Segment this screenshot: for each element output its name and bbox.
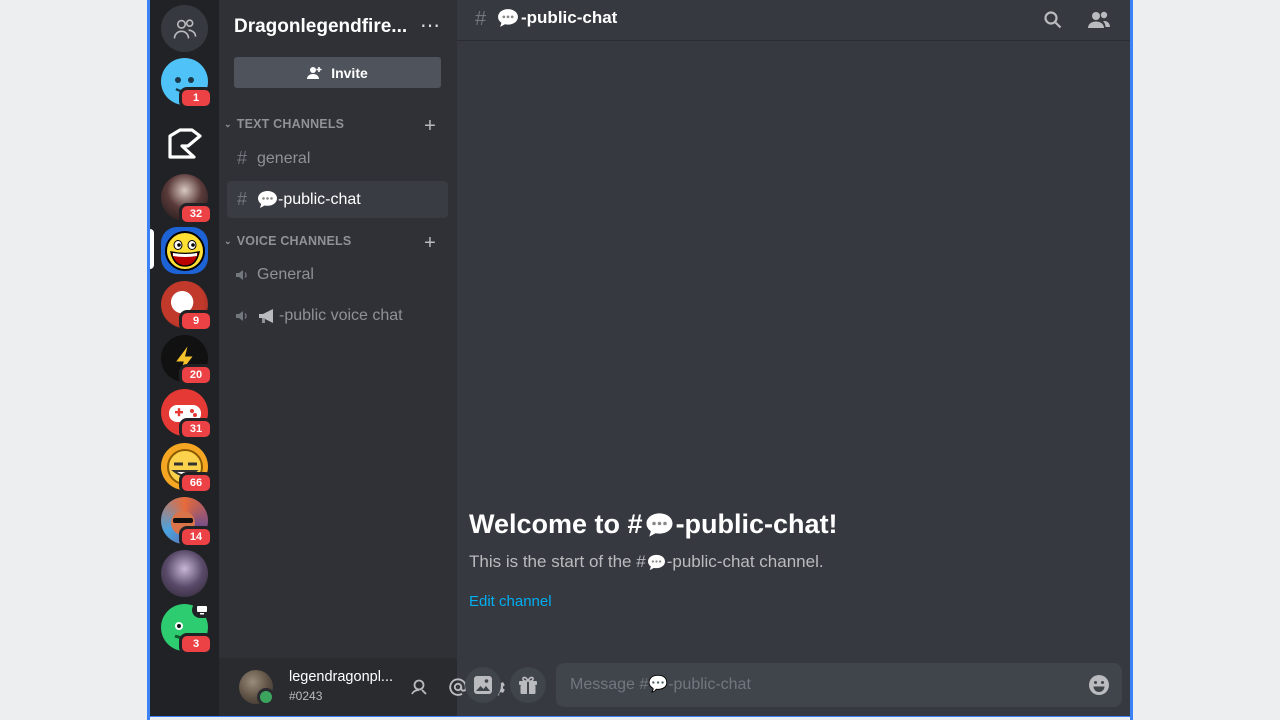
gift-button[interactable] bbox=[510, 667, 546, 703]
channel-title: -public-chat bbox=[497, 8, 617, 28]
invite-label: Invite bbox=[331, 64, 368, 81]
chevron-down-icon: ⌄ bbox=[224, 235, 232, 246]
user-panel: legendragonpl... #0243 bbox=[219, 658, 505, 716]
welcome-sub-prefix: This is the start of the # bbox=[469, 552, 646, 571]
channel-name: -public-chat bbox=[278, 190, 361, 208]
edit-channel-link[interactable]: Edit channel bbox=[469, 593, 552, 610]
megaphone-icon bbox=[259, 308, 273, 323]
welcome-subtitle: This is the start of the # -public-chat … bbox=[469, 552, 824, 572]
server-icon-3[interactable]: 32 bbox=[161, 174, 213, 225]
category-label: TEXT CHANNELS bbox=[236, 117, 345, 131]
channel-title-text: -public-chat bbox=[521, 8, 618, 27]
speech-bubble-icon bbox=[258, 191, 277, 208]
hash-icon: # bbox=[236, 189, 247, 209]
speech-bubble-icon bbox=[646, 512, 673, 537]
online-status-icon bbox=[257, 688, 275, 706]
welcome-title-suffix: -public-chat! bbox=[675, 509, 838, 539]
channel-name: general bbox=[257, 149, 311, 167]
channel-header: # -public-chat bbox=[457, 0, 1130, 40]
mention-badge: 1 bbox=[179, 87, 213, 109]
upload-image-button[interactable] bbox=[465, 667, 501, 703]
mention-badge: 66 bbox=[179, 472, 213, 494]
discord-app: 1 32 9 20 31 66 14 3 Dragonlegendfire...… bbox=[150, 0, 1130, 716]
mention-badge: 31 bbox=[179, 418, 213, 440]
smile-icon bbox=[1089, 675, 1109, 695]
server-icon-8[interactable]: 66 bbox=[161, 443, 213, 494]
awesome-face-icon bbox=[161, 227, 208, 274]
username: legendragonpl... bbox=[289, 669, 393, 685]
voice-channel-public-voice-chat[interactable]: -public voice chat bbox=[227, 297, 448, 334]
mention-badge: 14 bbox=[179, 526, 213, 548]
friends-home-button[interactable] bbox=[161, 5, 208, 52]
dragon-avatar bbox=[161, 550, 208, 597]
server-icon-11[interactable]: 3 bbox=[161, 602, 213, 655]
channel-sidebar: Dragonlegendfire... ⋯ Invite ⌄ TEXT CHAN… bbox=[219, 0, 505, 716]
mention-badge: 9 bbox=[179, 310, 213, 332]
server-icon-4-selected[interactable] bbox=[150, 227, 208, 274]
brand-logo-icon bbox=[161, 120, 208, 167]
guild-menu-icon[interactable]: ⋯ bbox=[419, 14, 441, 38]
speech-bubble-icon bbox=[498, 9, 518, 27]
server-icon-5[interactable]: 9 bbox=[161, 281, 213, 332]
speaker-icon bbox=[236, 269, 247, 280]
screen-share-icon bbox=[192, 602, 212, 618]
gift-icon bbox=[519, 676, 537, 694]
server-rail: 1 32 9 20 31 66 14 3 bbox=[150, 0, 219, 716]
search-button[interactable] bbox=[1041, 8, 1065, 32]
search-icon bbox=[1044, 11, 1062, 29]
channel-name: General bbox=[257, 265, 314, 283]
member-list-button[interactable] bbox=[1087, 8, 1111, 32]
add-voice-channel-icon[interactable]: + bbox=[421, 233, 439, 253]
mention-badge: 32 bbox=[179, 203, 213, 225]
search-person-icon bbox=[411, 679, 427, 695]
chat-area: # -public-chat Welcome to # -public-chat… bbox=[457, 0, 1130, 716]
window-frame-right bbox=[1130, 0, 1133, 720]
server-icon-7[interactable]: 31 bbox=[161, 389, 213, 440]
hash-icon: # bbox=[475, 8, 487, 30]
welcome-sub-suffix: -public-chat channel. bbox=[666, 552, 824, 571]
user-avatar[interactable] bbox=[239, 670, 275, 706]
server-icon-1[interactable]: 1 bbox=[161, 58, 213, 109]
welcome-title-prefix: Welcome to # bbox=[469, 509, 643, 539]
message-composer bbox=[556, 663, 1122, 707]
add-person-icon bbox=[307, 66, 322, 79]
selected-indicator bbox=[150, 229, 154, 269]
user-tag: #0243 bbox=[289, 689, 323, 703]
chevron-down-icon: ⌄ bbox=[224, 118, 232, 129]
emoji-picker-button[interactable] bbox=[1088, 674, 1110, 696]
channel-name: -public voice chat bbox=[279, 306, 403, 324]
speaker-icon bbox=[236, 310, 247, 321]
server-icon-10[interactable] bbox=[161, 550, 208, 597]
welcome-title: Welcome to # -public-chat! bbox=[469, 509, 838, 540]
speech-bubble-icon bbox=[647, 554, 665, 570]
category-label: VOICE CHANNELS bbox=[236, 234, 352, 248]
search-people-button[interactable] bbox=[407, 675, 431, 699]
voice-channel-general[interactable]: General bbox=[227, 256, 448, 293]
members-icon bbox=[1088, 11, 1110, 28]
friends-icon bbox=[161, 5, 208, 52]
mention-badge: 20 bbox=[179, 364, 213, 386]
message-input[interactable] bbox=[570, 663, 1070, 707]
hash-icon: # bbox=[236, 148, 247, 168]
server-icon-9[interactable]: 14 bbox=[161, 497, 213, 548]
mention-badge: 3 bbox=[179, 633, 213, 655]
category-voice-channels[interactable]: ⌄ VOICE CHANNELS bbox=[224, 234, 351, 248]
invite-button[interactable]: Invite bbox=[234, 57, 441, 88]
add-text-channel-icon[interactable]: + bbox=[421, 116, 439, 136]
text-channel-public-chat[interactable]: # -public-chat bbox=[227, 181, 448, 218]
text-channel-general[interactable]: # general bbox=[227, 140, 448, 177]
server-icon-6[interactable]: 20 bbox=[161, 335, 213, 386]
image-icon bbox=[474, 676, 492, 694]
guild-name-header[interactable]: Dragonlegendfire... bbox=[234, 16, 424, 38]
category-text-channels[interactable]: ⌄ TEXT CHANNELS bbox=[224, 117, 344, 131]
server-icon-2[interactable] bbox=[161, 120, 208, 167]
